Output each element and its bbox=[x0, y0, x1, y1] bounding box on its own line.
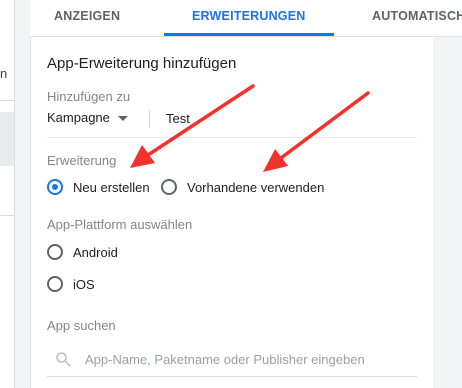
radio-neu-erstellen[interactable]: Neu erstellen bbox=[47, 177, 150, 197]
dropdown-caret-icon bbox=[117, 116, 128, 122]
active-tab-indicator bbox=[164, 33, 334, 36]
sidebar-item-selected[interactable] bbox=[0, 112, 14, 166]
radio-android[interactable]: Android bbox=[47, 242, 118, 262]
level-dropdown[interactable]: Kampagne bbox=[47, 110, 128, 130]
app-extension-panel: App-Erweiterung hinzufügen Hinzufügen zu… bbox=[30, 37, 434, 388]
radio-label: iOS bbox=[73, 276, 95, 292]
tab-label: AUTOMATISCHE bbox=[372, 9, 462, 23]
radio-button-checked[interactable] bbox=[47, 179, 63, 195]
radio-label: Android bbox=[73, 244, 118, 260]
panel-title: App-Erweiterung hinzufügen bbox=[47, 55, 237, 72]
radio-label: Neu erstellen bbox=[73, 179, 150, 195]
app-root: n ANZEIGEN ERWEITERUNGEN AUTOMATISCHE Ap… bbox=[0, 0, 462, 388]
tab-anzeigen[interactable]: ANZEIGEN bbox=[54, 0, 120, 36]
app-search-field bbox=[47, 342, 417, 377]
tab-automatische[interactable]: AUTOMATISCHE bbox=[372, 0, 462, 36]
add-to-label: Hinzufügen zu bbox=[47, 89, 131, 104]
search-icon bbox=[56, 352, 71, 367]
tab-label: ANZEIGEN bbox=[54, 9, 121, 23]
field-divider bbox=[149, 110, 150, 128]
background-area bbox=[433, 37, 462, 388]
radio-button[interactable] bbox=[47, 276, 63, 292]
app-search-label: App suchen bbox=[47, 318, 116, 333]
sidebar: n bbox=[0, 0, 15, 388]
radio-button[interactable] bbox=[47, 244, 63, 260]
sidebar-divider bbox=[0, 100, 14, 101]
dropdown-value: Kampagne bbox=[47, 110, 110, 125]
radio-button[interactable] bbox=[161, 179, 177, 195]
radio-vorhandene-verwenden[interactable]: Vorhandene verwenden bbox=[161, 177, 324, 197]
app-search-input[interactable] bbox=[85, 350, 405, 368]
tab-bar: ANZEIGEN ERWEITERUNGEN AUTOMATISCHE bbox=[30, 0, 462, 37]
sidebar-item-fragment[interactable]: n bbox=[0, 66, 14, 81]
radio-ios[interactable]: iOS bbox=[47, 274, 95, 294]
tab-label: ERWEITERUNGEN bbox=[192, 9, 306, 23]
radio-label: Vorhandene verwenden bbox=[187, 179, 325, 195]
section-divider bbox=[47, 137, 417, 138]
sidebar-divider bbox=[0, 215, 14, 216]
extension-label: Erweiterung bbox=[47, 153, 117, 168]
tab-erweiterungen[interactable]: ERWEITERUNGEN bbox=[164, 0, 334, 36]
platform-label: App-Plattform auswählen bbox=[47, 217, 193, 232]
campaign-name: Test bbox=[166, 111, 190, 126]
